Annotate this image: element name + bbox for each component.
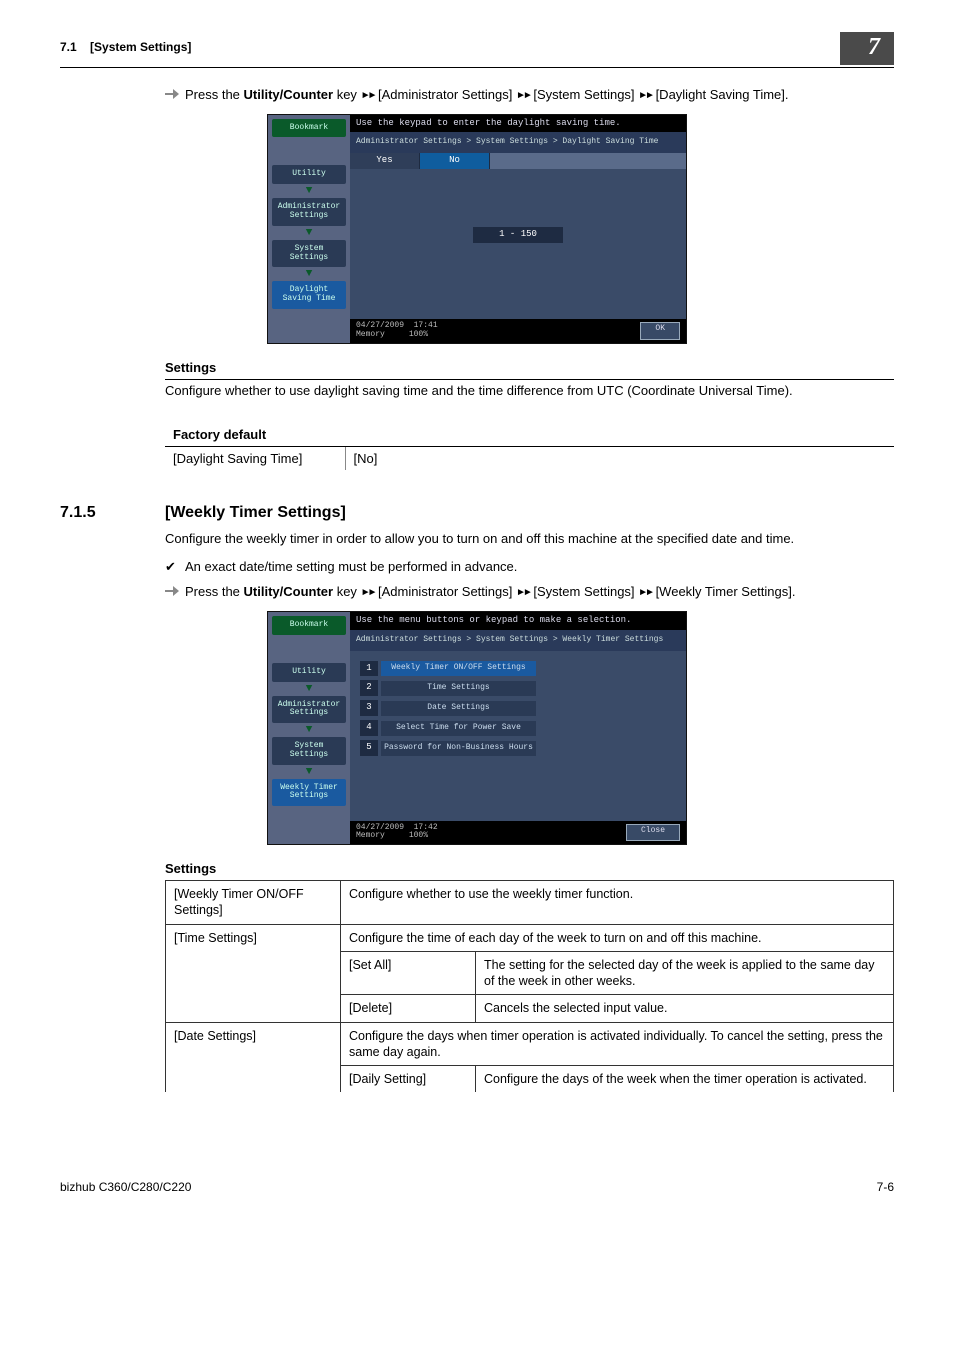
lcd-top-message: Use the menu buttons or keypad to make a… — [350, 612, 686, 630]
admin-settings-button[interactable]: Administrator Settings — [272, 696, 346, 724]
check-icon: ✔ — [165, 558, 185, 576]
section-title: [Weekly Timer Settings] — [165, 504, 894, 522]
system-settings-button[interactable]: System Settings — [272, 737, 346, 765]
breadcrumb: Administrator Settings > System Settings… — [350, 630, 686, 651]
header-left: 7.1 [System Settings] — [60, 40, 191, 54]
status-left: 04/27/2009 17:41 Memory 100% — [356, 322, 438, 340]
menu-item-1[interactable]: 1Weekly Timer ON/OFF Settings — [360, 661, 676, 677]
arrow-down-icon: ▼ — [272, 270, 346, 278]
arrow-down-icon: ▼ — [272, 187, 346, 195]
chapter-badge: 7 — [840, 32, 894, 65]
system-settings-button[interactable]: System Settings — [272, 240, 346, 268]
instruction-2: Press the Utility/Counter key ►► [Admini… — [185, 583, 795, 601]
settings-table: [Weekly Timer ON/OFF Settings] Configure… — [165, 880, 894, 1092]
menu-item-5[interactable]: 5Password for Non-Business Hours — [360, 740, 676, 756]
menu-item-2[interactable]: 2Time Settings — [360, 680, 676, 696]
status-left: 04/27/2009 17:42 Memory 100% — [356, 824, 438, 842]
close-button[interactable]: Close — [626, 824, 680, 842]
bookmark-button[interactable]: Bookmark — [272, 616, 346, 635]
lcd-screenshot-1: Bookmark Utility ▼ Administrator Setting… — [267, 114, 687, 344]
lcd-screenshot-2: Bookmark Utility ▼ Administrator Setting… — [267, 611, 687, 845]
arrow-down-icon: ▼ — [272, 685, 346, 693]
dst-button[interactable]: Daylight Saving Time — [272, 281, 346, 309]
settings-heading-2: Settings — [165, 861, 894, 876]
factory-default-table: Factory default [Daylight Saving Time] [… — [165, 423, 894, 470]
utility-button[interactable]: Utility — [272, 663, 346, 682]
no-tab[interactable]: No — [420, 153, 490, 169]
ok-button[interactable]: OK — [640, 322, 680, 340]
arrow-down-icon: ▼ — [272, 726, 346, 734]
value-box: 1 - 150 — [473, 227, 563, 243]
utility-button[interactable]: Utility — [272, 165, 346, 184]
instruction-1: Press the Utility/Counter key ►► [Admini… — [185, 86, 789, 104]
section-number: 7.1.5 — [60, 504, 155, 522]
arrow-down-icon: ▼ — [272, 229, 346, 237]
yes-tab[interactable]: Yes — [350, 153, 420, 169]
weekly-timer-button[interactable]: Weekly Timer Settings — [272, 779, 346, 807]
menu-item-3[interactable]: 3Date Settings — [360, 700, 676, 716]
arrow-icon — [165, 88, 185, 100]
section-intro: Configure the weekly timer in order to a… — [165, 530, 894, 548]
footer-left: bizhub C360/C280/C220 — [60, 1180, 191, 1194]
footer-right: 7-6 — [877, 1180, 894, 1194]
settings-heading: Settings — [165, 360, 894, 375]
menu-item-4[interactable]: 4Select Time for Power Save — [360, 720, 676, 736]
breadcrumb: Administrator Settings > System Settings… — [350, 132, 686, 153]
prereq-1: An exact date/time setting must be perfo… — [185, 558, 517, 576]
arrow-down-icon: ▼ — [272, 768, 346, 776]
lcd-top-message: Use the keypad to enter the daylight sav… — [350, 115, 686, 133]
arrow-icon — [165, 585, 185, 597]
admin-settings-button[interactable]: Administrator Settings — [272, 198, 346, 226]
settings-para-1: Configure whether to use daylight saving… — [165, 382, 894, 400]
bookmark-button[interactable]: Bookmark — [272, 119, 346, 138]
